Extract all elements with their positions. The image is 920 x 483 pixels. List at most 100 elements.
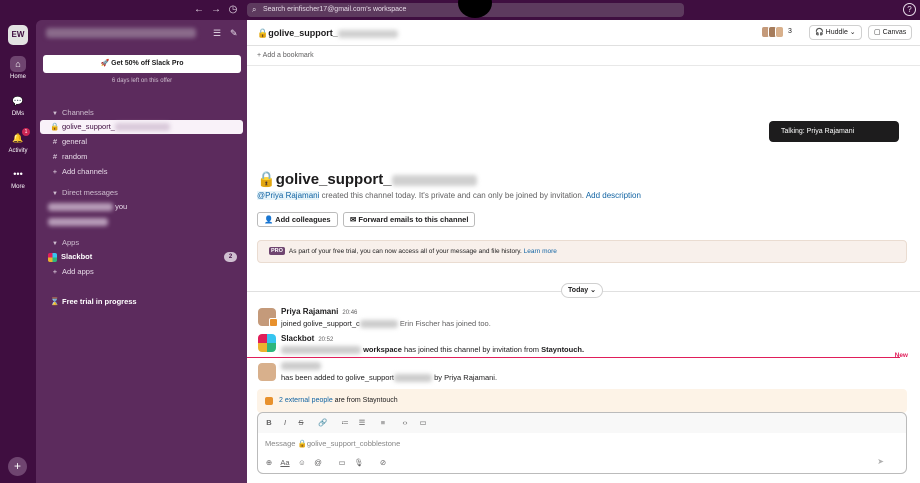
plus-icon: + xyxy=(52,167,58,176)
rail-label-dms: DMs xyxy=(11,111,25,117)
sidebar-item-golive-support[interactable]: 🔒 golive_support_ xyxy=(40,120,243,134)
redacted-text xyxy=(114,123,170,132)
send-icon[interactable]: ➤ xyxy=(877,457,884,466)
sidebar-item-add-colleagues[interactable] xyxy=(40,215,243,229)
chevron-down-icon: ⌄ xyxy=(588,287,596,294)
canvas-button[interactable]: ▢ Canvas xyxy=(868,25,913,40)
sidebar-item-random[interactable]: # random xyxy=(40,150,243,164)
message-part: has been added to golive_support xyxy=(281,373,395,382)
add-apps-button[interactable]: + Add apps xyxy=(40,265,243,279)
italic-icon[interactable]: I xyxy=(279,417,291,429)
bulleted-list-icon[interactable]: ☰ xyxy=(356,417,368,429)
message-text: has been added to golive_support by Priy… xyxy=(281,373,497,383)
message-composer[interactable]: B I S 🔗 ≔ ☰ ≡ ‹› ▭ Message 🔒golive_suppo… xyxy=(257,412,907,474)
member-avatars[interactable]: 3 xyxy=(761,26,792,40)
free-trial-status[interactable]: ⌛ Free trial in progress xyxy=(40,295,243,309)
video-icon[interactable]: ▭ xyxy=(336,457,348,469)
channel-view: 🔒golive_support_ 3 🎧 Huddle ⌄ ▢ Canvas +… xyxy=(247,20,920,483)
format-toolbar: B I S 🔗 ≔ ☰ ≡ ‹› ▭ xyxy=(258,413,906,433)
message-part: has joined this channel by invitation fr… xyxy=(403,345,540,354)
channels-section-header[interactable]: ▼ Channels xyxy=(52,108,94,117)
rail-item-home[interactable]: ⌂ Home xyxy=(0,56,36,80)
promo-button[interactable]: 🚀 Get 50% off Slack Pro xyxy=(43,55,241,73)
new-messages-divider xyxy=(247,357,900,358)
message-part: joined golive_support_c xyxy=(281,319,360,328)
compose-icon[interactable]: ✎ xyxy=(230,28,238,39)
ordered-list-icon[interactable]: ≔ xyxy=(339,417,351,429)
external-people-link[interactable]: 2 external people xyxy=(279,397,333,404)
add-channels-button[interactable]: + Add channels xyxy=(40,165,243,179)
strikethrough-icon[interactable]: S xyxy=(295,417,307,429)
emoji-icon[interactable]: ☺ xyxy=(296,457,308,469)
workspace-avatar[interactable]: EW xyxy=(8,25,28,45)
blockquote-icon[interactable]: ≡ xyxy=(377,417,389,429)
add-colleagues-button[interactable]: 👤 Add colleagues xyxy=(257,212,338,227)
member-count: 3 xyxy=(788,28,792,35)
message-input[interactable]: Message 🔒golive_support_cobblestone xyxy=(265,439,400,448)
channel-header-title[interactable]: 🔒golive_support_ xyxy=(257,28,398,39)
back-arrow-icon[interactable]: ← xyxy=(192,3,206,17)
sidebar-item-general[interactable]: # general xyxy=(40,135,243,149)
text-format-icon[interactable]: Aa xyxy=(279,457,291,469)
apps-header-label: Apps xyxy=(62,238,80,247)
forward-emails-button[interactable]: ✉ Forward emails to this channel xyxy=(343,212,476,227)
canvas-label: Canvas xyxy=(882,29,907,36)
link-icon[interactable]: 🔗 xyxy=(317,417,329,429)
history-icon[interactable]: ◷ xyxy=(226,3,240,17)
avatar xyxy=(775,26,784,38)
rail-item-activity[interactable]: 🔔 1 Activity xyxy=(0,128,36,154)
channel-intro-text: @Priya Rajamani created this channel tod… xyxy=(257,191,641,200)
more-icon: ••• xyxy=(13,169,23,179)
message-time[interactable]: 20:52 xyxy=(318,337,333,343)
message-author[interactable]: Priya Rajamani 20:46 xyxy=(281,307,357,316)
forward-emails-label: Forward emails to this channel xyxy=(358,215,469,224)
redacted-text xyxy=(48,218,108,227)
shortcuts-icon[interactable]: ⊘ xyxy=(377,457,389,469)
plus-icon[interactable]: ⊕ xyxy=(263,457,275,469)
intro-channel-name: golive_support_ xyxy=(275,171,392,188)
caret-down-icon: ▼ xyxy=(52,241,58,247)
slackbot-avatar[interactable] xyxy=(258,334,276,352)
rail-label-more: More xyxy=(11,184,25,190)
huddle-button[interactable]: 🎧 Huddle ⌄ xyxy=(809,25,862,40)
add-bookmark-button[interactable]: + Add a bookmark xyxy=(257,52,314,59)
message-author[interactable] xyxy=(281,361,321,370)
add-workspace-button[interactable]: + xyxy=(8,457,27,476)
bold-icon[interactable]: B xyxy=(263,417,275,429)
sidebar-item-slackbot[interactable]: Slackbot 2 xyxy=(40,250,243,264)
message-author[interactable]: Slackbot 20:52 xyxy=(281,334,333,343)
search-placeholder: Search erinfischer17@gmail.com's workspa… xyxy=(263,6,407,13)
sidebar-item-dm-self[interactable]: you xyxy=(40,200,243,214)
avatar[interactable] xyxy=(258,363,276,381)
workspace-name-redacted[interactable] xyxy=(46,28,196,38)
creator-mention[interactable]: @Priya Rajamani xyxy=(257,191,320,200)
slackbot-badge: 2 xyxy=(224,252,237,262)
apps-section-header[interactable]: ▼ Apps xyxy=(52,238,79,247)
redacted-text xyxy=(359,320,398,329)
dm-section-header[interactable]: ▼ Direct messages xyxy=(52,188,118,197)
forward-arrow-icon[interactable]: → xyxy=(209,3,223,17)
help-icon[interactable]: ? xyxy=(903,3,916,16)
microphone-icon[interactable]: 🎙 xyxy=(353,457,365,469)
add-description-link[interactable]: Add description xyxy=(586,191,641,200)
top-bar: ← → ◷ ⌕ Search erinfischer17@gmail.com's… xyxy=(0,0,920,20)
headphones-icon: 🎧 xyxy=(815,29,826,36)
mention-icon[interactable]: @ xyxy=(312,457,324,469)
caret-down-icon: ▼ xyxy=(52,111,58,117)
rail-label-activity: Activity xyxy=(8,148,28,154)
message-time[interactable]: 20:46 xyxy=(342,310,357,316)
redacted-text xyxy=(337,29,398,38)
learn-more-link[interactable]: Learn more xyxy=(524,248,557,255)
message-text: workspace has joined this channel by inv… xyxy=(281,345,584,355)
pro-tag: PRO xyxy=(269,247,285,256)
filter-icon[interactable]: ☰ xyxy=(213,28,221,39)
rail-item-dms[interactable]: 💬 DMs xyxy=(0,93,36,117)
today-date-button[interactable]: Today ⌄ xyxy=(561,283,603,298)
external-text: are from Stayntouch xyxy=(332,397,398,404)
add-colleagues-label: Add colleagues xyxy=(275,215,331,224)
rail-item-more[interactable]: ••• More xyxy=(0,166,36,190)
code-icon[interactable]: ‹› xyxy=(399,417,411,429)
redacted-text xyxy=(48,203,113,212)
message-part: Erin Fischer has joined too. xyxy=(399,319,491,328)
code-block-icon[interactable]: ▭ xyxy=(417,417,429,429)
